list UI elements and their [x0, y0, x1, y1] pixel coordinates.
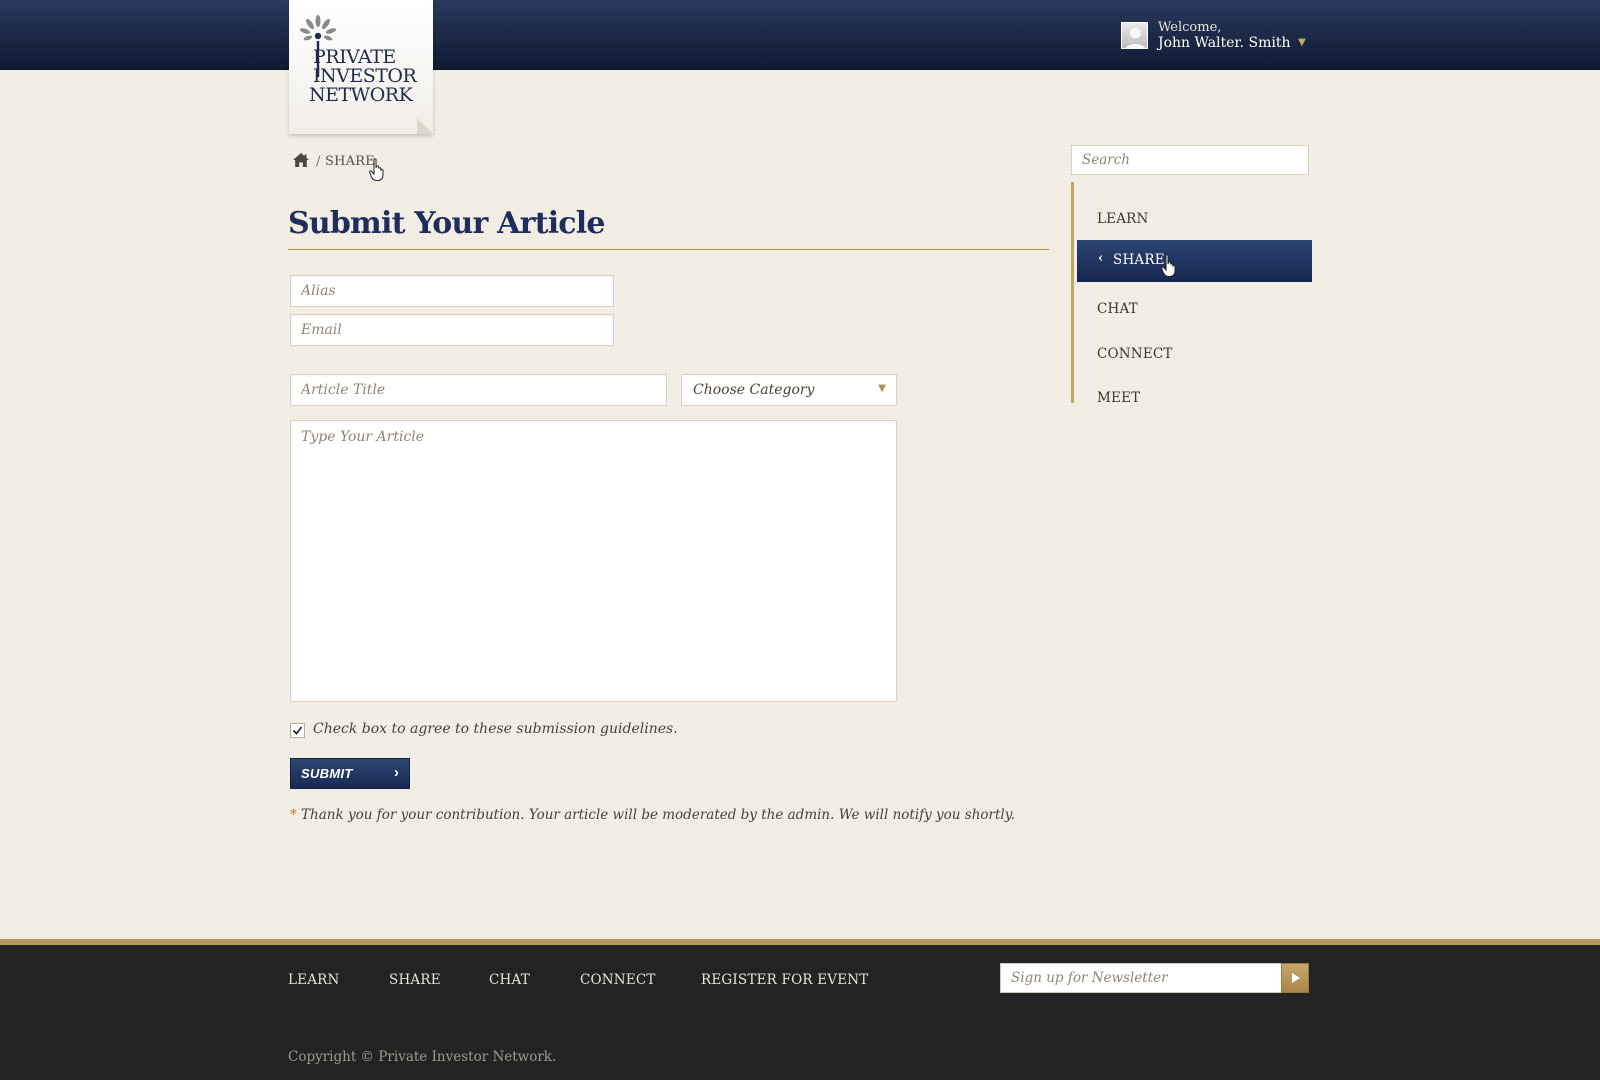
logo-page-fold: [417, 118, 433, 134]
chevron-right-icon: ›: [394, 764, 399, 781]
moderation-notice: * Thank you for your contribution. Your …: [290, 807, 1015, 823]
footer: LEARN SHARE CHAT CONNECT REGISTER FOR EV…: [0, 939, 1600, 1080]
article-title-input[interactable]: [290, 374, 667, 406]
hand-cursor-icon: [369, 158, 384, 181]
newsletter-submit-button[interactable]: [1281, 963, 1309, 993]
hand-cursor-icon: [1161, 254, 1176, 277]
agree-label: Check box to agree to these submission g…: [313, 721, 678, 737]
page-title: Submit Your Article: [288, 206, 605, 241]
search-input[interactable]: [1071, 145, 1309, 175]
sidebar-item-label: SHARE: [1113, 252, 1165, 268]
sidebar-item-chat[interactable]: CHAT: [1077, 289, 1312, 331]
footer-link-register[interactable]: REGISTER FOR EVENT: [701, 972, 868, 988]
title-divider: [288, 249, 1049, 250]
breadcrumb-separator: /: [316, 154, 321, 169]
sidebar-item-label: MEET: [1097, 390, 1141, 406]
sidebar-item-label: LEARN: [1097, 211, 1149, 227]
caret-down-icon[interactable]: ▼: [1298, 37, 1306, 48]
sidebar-item-connect[interactable]: CONNECT: [1077, 334, 1312, 376]
footer-link-learn[interactable]: LEARN: [288, 972, 340, 988]
newsletter-input[interactable]: [1000, 963, 1282, 993]
play-arrow-icon: [1292, 973, 1300, 983]
breadcrumb-current[interactable]: SHARE: [325, 154, 375, 169]
top-bar: Welcome, John Walter. Smith ▼: [0, 0, 1600, 70]
logo[interactable]: PRIVATE INVESTOR NETWORK: [289, 0, 433, 134]
logo-wordmark: PRIVATE INVESTOR NETWORK: [309, 48, 427, 105]
sidebar-nav: LEARN ‹ SHARE CHAT CONNECT MEET: [1071, 182, 1312, 406]
caret-down-icon: ▼: [878, 383, 886, 394]
email-input[interactable]: [290, 314, 614, 346]
welcome-label: Welcome,: [1158, 20, 1222, 35]
submit-label: SUBMIT: [301, 766, 353, 781]
footer-link-share[interactable]: SHARE: [389, 972, 441, 988]
alias-input[interactable]: [290, 275, 614, 307]
home-icon[interactable]: [292, 152, 310, 168]
copyright: Copyright © Private Investor Network.: [288, 1049, 557, 1065]
sidebar-item-learn[interactable]: LEARN: [1077, 199, 1312, 241]
sidebar-item-meet[interactable]: MEET: [1077, 378, 1312, 406]
sidebar-item-share[interactable]: ‹ SHARE: [1077, 240, 1312, 282]
footer-link-chat[interactable]: CHAT: [489, 972, 530, 988]
article-body-textarea[interactable]: [290, 420, 897, 702]
notice-asterisk: *: [290, 807, 297, 823]
logo-line-3: NETWORK: [309, 84, 413, 106]
avatar[interactable]: [1121, 22, 1148, 49]
sidebar-item-label: CONNECT: [1097, 346, 1173, 362]
sidebar-item-label: CHAT: [1097, 301, 1138, 317]
user-name[interactable]: John Walter. Smith: [1158, 35, 1290, 51]
category-select[interactable]: Choose Category ▼: [681, 374, 897, 406]
submit-button[interactable]: SUBMIT ›: [290, 758, 410, 789]
chevron-left-icon: ‹: [1098, 251, 1104, 266]
footer-link-connect[interactable]: CONNECT: [580, 972, 656, 988]
notice-text: Thank you for your contribution. Your ar…: [301, 807, 1015, 823]
category-selected-value: Choose Category: [693, 382, 815, 398]
agree-checkbox[interactable]: [290, 723, 305, 738]
checkmark-icon: [292, 726, 303, 735]
